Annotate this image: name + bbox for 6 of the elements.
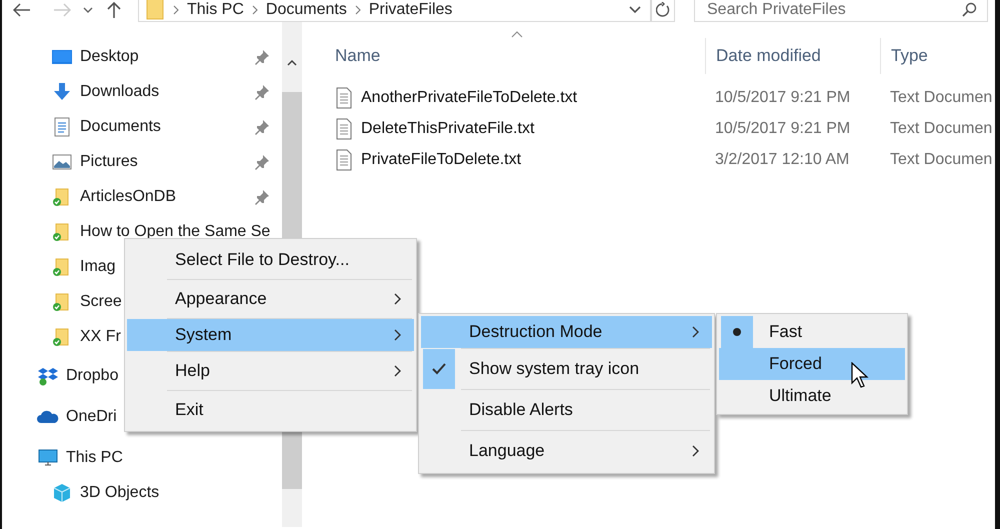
type-cell-text: Text Documen bbox=[889, 150, 994, 168]
type-cell-text: Text Documen bbox=[889, 120, 994, 138]
date-cell-text: 10/5/2017 9:21 PM bbox=[714, 88, 852, 106]
type-cell-text: Text Documen bbox=[889, 88, 994, 106]
date-cell-text: 10/5/2017 9:21 PM bbox=[714, 120, 852, 138]
date-cell-text: 3/2/2017 12:10 AM bbox=[714, 150, 850, 168]
